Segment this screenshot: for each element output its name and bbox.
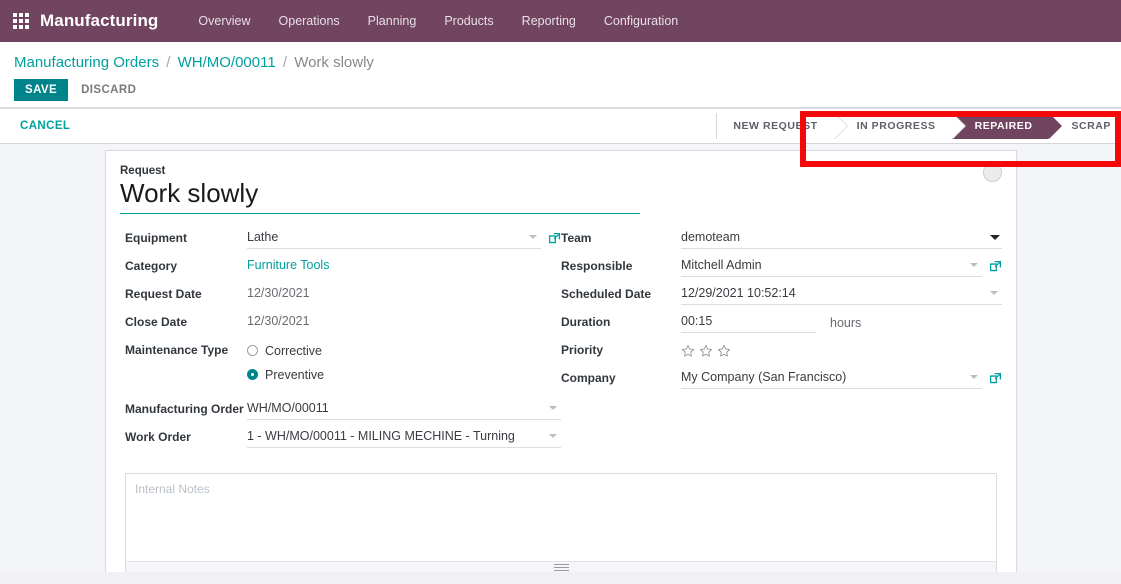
menu-item-overview[interactable]: Overview [184, 0, 264, 42]
field-work-order: Work Order [125, 427, 561, 448]
field-responsible: Responsible [561, 256, 1002, 277]
responsible-label: Responsible [561, 256, 681, 276]
statusbar-row: CANCEL NEW REQUEST IN PROGRESS REPAIRED … [0, 108, 1121, 144]
notes-resize-handle[interactable] [126, 561, 996, 572]
menu-item-operations[interactable]: Operations [265, 0, 354, 42]
menu-item-planning[interactable]: Planning [354, 0, 431, 42]
internal-notes-container [125, 473, 997, 572]
save-button[interactable]: SAVE [14, 79, 68, 101]
equipment-label: Equipment [125, 228, 247, 248]
request-label: Request [120, 165, 640, 177]
star-icon-2[interactable] [699, 344, 713, 358]
stage-label: NEW REQUEST [733, 120, 817, 132]
avatar [983, 163, 1002, 182]
menu-item-configuration[interactable]: Configuration [590, 0, 692, 42]
external-link-icon-equipment[interactable] [548, 232, 561, 245]
work-order-label: Work Order [125, 427, 247, 447]
team-label: Team [561, 228, 681, 248]
radio-label-preventive[interactable]: Preventive [265, 368, 324, 382]
equipment-input[interactable] [247, 228, 541, 249]
stage-new-request[interactable]: NEW REQUEST [716, 113, 833, 139]
cancel-button[interactable]: CANCEL [14, 116, 76, 136]
category-value-link[interactable]: Furniture Tools [247, 256, 329, 275]
breadcrumb-separator: / [166, 54, 170, 71]
maintenance-type-label: Maintenance Type [125, 340, 247, 360]
duration-input[interactable] [681, 312, 816, 333]
discard-button[interactable]: DISCARD [72, 79, 145, 101]
close-date-value[interactable]: 12/30/2021 [247, 312, 310, 331]
top-navbar: Manufacturing Overview Operations Planni… [0, 0, 1121, 42]
menu-item-reporting[interactable]: Reporting [508, 0, 590, 42]
star-icon-3[interactable] [717, 344, 731, 358]
priority-label: Priority [561, 340, 681, 360]
app-brand-manufacturing[interactable]: Manufacturing [40, 11, 158, 31]
apps-grid-icon[interactable] [8, 8, 34, 34]
record-action-buttons: SAVE DISCARD [0, 76, 1121, 107]
breadcrumb-item-current: Work slowly [294, 54, 374, 71]
form-groups: Equipment [120, 228, 1002, 455]
stage-repaired[interactable]: REPAIRED [952, 113, 1049, 139]
form-group-right: Team Responsible [561, 228, 1002, 455]
stage-label: SCRAP [1071, 120, 1111, 132]
external-link-icon-responsible[interactable] [989, 260, 1002, 273]
star-icon-1[interactable] [681, 344, 695, 358]
field-manufacturing-order: Manufacturing Order [125, 399, 561, 420]
category-label: Category [125, 256, 247, 276]
radio-option-corrective[interactable]: Corrective [247, 340, 322, 361]
field-company: Company [561, 368, 1002, 389]
duration-label: Duration [561, 312, 681, 332]
manufacturing-order-input[interactable] [247, 399, 561, 420]
breadcrumb-item-manufacturing-orders[interactable]: Manufacturing Orders [14, 54, 159, 71]
breadcrumb-item-mo-number[interactable]: WH/MO/00011 [178, 54, 276, 71]
responsible-input[interactable] [681, 256, 982, 277]
form-group-left: Equipment [125, 228, 561, 455]
status-pipeline: NEW REQUEST IN PROGRESS REPAIRED SCRAP [716, 113, 1121, 139]
radio-icon-corrective[interactable] [247, 345, 258, 356]
request-date-label: Request Date [125, 284, 247, 304]
stage-in-progress[interactable]: IN PROGRESS [834, 113, 952, 139]
main-menu: Overview Operations Planning Products Re… [184, 0, 692, 42]
field-maintenance-type: Maintenance Type Corrective Preventive [125, 340, 561, 385]
duration-unit-label: hours [830, 316, 861, 330]
priority-stars [681, 340, 731, 361]
company-input[interactable] [681, 368, 982, 389]
scheduled-date-label: Scheduled Date [561, 284, 681, 304]
record-title-block: Request [120, 165, 640, 228]
external-link-icon-company[interactable] [989, 372, 1002, 385]
field-priority: Priority [561, 340, 1002, 361]
form-view-background: Request Equipment [0, 144, 1121, 572]
field-request-date: Request Date 12/30/2021 [125, 284, 561, 305]
close-date-label: Close Date [125, 312, 247, 332]
field-category: Category Furniture Tools [125, 256, 561, 277]
radio-option-preventive[interactable]: Preventive [247, 364, 324, 385]
work-order-input[interactable] [247, 427, 561, 448]
manufacturing-order-label: Manufacturing Order [125, 399, 247, 419]
form-sheet: Request Equipment [105, 150, 1017, 572]
company-label: Company [561, 368, 681, 388]
internal-notes-textarea[interactable] [126, 474, 996, 556]
field-duration: Duration hours [561, 312, 1002, 333]
team-input[interactable] [681, 228, 1002, 249]
control-panel: Manufacturing Orders / WH/MO/00011 / Wor… [0, 42, 1121, 108]
field-team: Team [561, 228, 1002, 249]
breadcrumb: Manufacturing Orders / WH/MO/00011 / Wor… [0, 50, 1121, 76]
stage-label: IN PROGRESS [857, 120, 936, 132]
radio-label-corrective[interactable]: Corrective [265, 344, 322, 358]
menu-item-products[interactable]: Products [430, 0, 507, 42]
radio-icon-preventive[interactable] [247, 369, 258, 380]
breadcrumb-separator: / [283, 54, 287, 71]
field-equipment: Equipment [125, 228, 561, 249]
field-close-date: Close Date 12/30/2021 [125, 312, 561, 333]
field-scheduled-date: Scheduled Date [561, 284, 1002, 305]
request-date-value[interactable]: 12/30/2021 [247, 284, 310, 303]
grip-icon [554, 564, 569, 572]
scheduled-date-input[interactable] [681, 284, 1002, 305]
stage-label: REPAIRED [975, 120, 1033, 132]
request-name-input[interactable] [120, 178, 640, 214]
